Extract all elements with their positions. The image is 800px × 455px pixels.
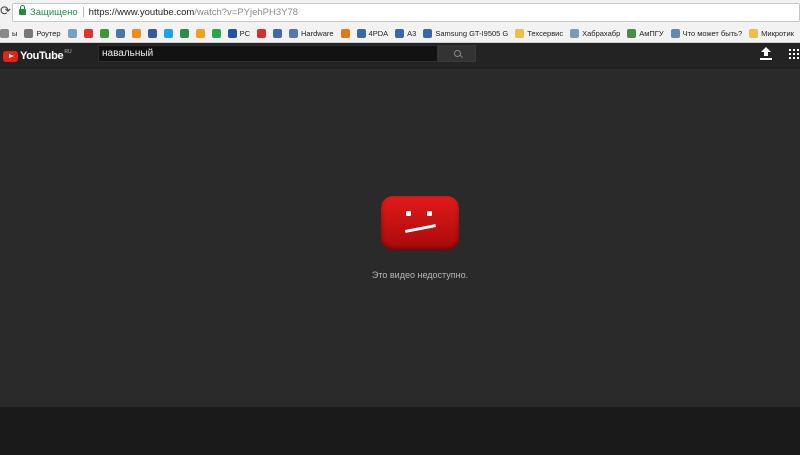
bookmark-item[interactable]	[257, 28, 267, 38]
site-icon	[273, 28, 283, 38]
bookmark-item[interactable]: Микротик	[749, 28, 794, 38]
youtube-wordmark: YouTube	[20, 50, 64, 62]
bookmark-item[interactable]	[340, 28, 350, 38]
bookmark-item[interactable]: ы	[0, 28, 18, 38]
youtube-play-icon	[3, 50, 18, 62]
bookmark-item[interactable]: АмПГУ	[627, 28, 664, 38]
folder-icon	[515, 28, 525, 38]
bookmark-label: Техсервис	[527, 28, 564, 38]
folder-icon	[749, 28, 759, 38]
bookmark-item[interactable]	[115, 28, 125, 38]
search-icon	[454, 50, 461, 57]
bookmark-item[interactable]	[273, 28, 283, 38]
bookmark-label: Микротик	[761, 28, 794, 38]
bookmark-label: ы	[12, 28, 18, 38]
site-icon	[211, 28, 221, 38]
facebook-icon	[147, 28, 157, 38]
site-icon	[67, 28, 77, 38]
bookmark-item[interactable]	[179, 28, 189, 38]
sad-face-icon	[381, 196, 459, 250]
bookmark-label: 4PDA	[368, 28, 389, 38]
apps-grid-icon[interactable]	[789, 49, 799, 59]
bookmarks-bar: ы Роутер PC Hardware 4PDA A3 Samsung GT-I9505 …	[0, 24, 800, 43]
bookmark-item[interactable]	[211, 28, 221, 38]
habr-icon	[570, 28, 580, 38]
divider	[82, 7, 84, 18]
bookmark-label: A3	[407, 28, 417, 38]
address-bar[interactable]: Защищено https://www.youtube.com/watch?v=…	[12, 3, 800, 22]
bookmark-label: Hardware	[301, 28, 334, 38]
browser-toolbar: ⟳ Защищено https://www.youtube.com/watch?…	[0, 0, 800, 25]
vk-icon	[115, 28, 125, 38]
site-icon	[257, 28, 267, 38]
star-icon	[195, 28, 205, 38]
bookmark-item[interactable]: Что может быть?	[670, 28, 743, 38]
bookmark-label: Роутер	[36, 28, 61, 38]
url-host: https://www.youtube.com	[88, 7, 195, 18]
bookmark-item[interactable]	[131, 28, 141, 38]
reload-icon[interactable]: ⟳	[0, 3, 11, 19]
twitter-icon	[163, 28, 173, 38]
lock-icon	[19, 5, 26, 16]
bookmark-item[interactable]: PC	[227, 28, 251, 38]
eye-left	[406, 211, 411, 216]
odnoklassniki-icon	[131, 28, 141, 38]
bookmark-label: Хабрахабр	[582, 28, 621, 38]
bookmark-label: Samsung GT-I9505 G	[435, 28, 509, 38]
mouth	[404, 224, 437, 233]
bookmark-item[interactable]	[195, 28, 205, 38]
bookmark-item[interactable]: A3	[395, 28, 417, 38]
yandex-icon	[83, 28, 93, 38]
bookmark-label: PC	[239, 28, 251, 38]
router-icon	[24, 28, 34, 38]
pc-icon	[227, 28, 237, 38]
page-footer-area	[0, 407, 800, 455]
hardware-icon	[289, 28, 299, 38]
bookmark-item[interactable]	[67, 28, 77, 38]
bookmark-item[interactable]: Hardware	[289, 28, 334, 38]
search-input[interactable]: навальный	[98, 45, 438, 62]
region-label: RU	[64, 49, 72, 55]
4pda-icon	[423, 28, 433, 38]
site-icon	[179, 28, 189, 38]
bookmark-item[interactable]	[83, 28, 93, 38]
site-icon	[627, 28, 637, 38]
upload-icon[interactable]	[760, 47, 772, 61]
4pda-icon	[395, 28, 405, 38]
folder-icon	[0, 28, 9, 38]
secure-label: Защищено	[30, 7, 78, 18]
search-button[interactable]	[438, 45, 476, 62]
site-icon	[670, 28, 680, 38]
bookmark-item[interactable]: Роутер	[24, 28, 61, 38]
url-path: /watch?v=PYjehPH3Y78	[194, 7, 299, 18]
bookmark-item[interactable]	[99, 28, 109, 38]
bookmark-label: Что может быть?	[682, 28, 743, 38]
bookmark-label: АмПГУ	[639, 28, 664, 38]
bookmark-item[interactable]	[163, 28, 173, 38]
bookmark-item[interactable]: Техсервис	[515, 28, 564, 38]
bookmark-item[interactable]: Хабрахабр	[570, 28, 621, 38]
bookmark-item[interactable]: Samsung GT-I9505 G	[423, 28, 509, 38]
bookmark-item[interactable]	[147, 28, 157, 38]
4pda-icon	[356, 28, 366, 38]
bookmark-item[interactable]: 4PDA	[356, 28, 389, 38]
site-icon	[99, 28, 109, 38]
eye-right	[427, 211, 432, 216]
error-message: Это видео недоступно.	[371, 270, 469, 280]
youtube-logo[interactable]: YouTube RU	[3, 48, 72, 64]
site-icon	[340, 28, 350, 38]
